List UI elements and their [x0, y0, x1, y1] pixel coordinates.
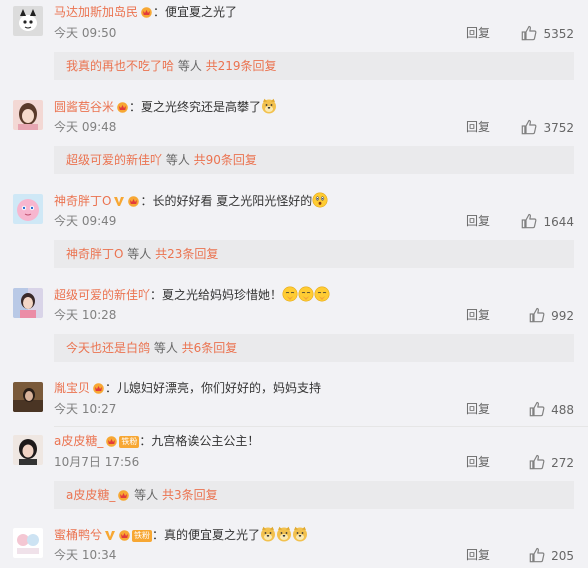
member-crown-icon: [105, 435, 118, 447]
username-link[interactable]: a皮皮糖_: [54, 434, 103, 448]
sub-reply-count-link[interactable]: 共90条回复: [194, 153, 257, 167]
reply-button[interactable]: 回复: [466, 454, 490, 470]
sub-replies-bar: 今天也还是白鸽 等人 共6条回复: [54, 334, 574, 362]
comment-time: 10月7日 17:56: [54, 455, 140, 469]
sub-reply-count-link[interactable]: 共23条回复: [155, 247, 218, 261]
like-count: 205: [551, 549, 574, 563]
avatar[interactable]: [13, 528, 43, 558]
username-link[interactable]: 马达加斯加岛民: [54, 5, 138, 19]
avatar[interactable]: [13, 382, 43, 412]
like-count: 272: [551, 456, 574, 470]
username-link[interactable]: 神奇胖丁O: [54, 194, 111, 208]
hushed-emoji-icon: [312, 192, 328, 208]
username-link[interactable]: 超级可爱的新佳吖: [54, 288, 150, 302]
comment-time: 今天 10:34: [54, 548, 117, 562]
sub-replies-bar: 神奇胖丁O 等人 共23条回复: [54, 240, 574, 268]
like-button[interactable]: 992: [529, 307, 574, 324]
avatar[interactable]: [13, 288, 43, 318]
thumbs-up-icon: [529, 454, 545, 470]
sub-reply-user-link[interactable]: 今天也还是白鸽: [66, 341, 150, 355]
member-crown-icon: [127, 195, 140, 207]
reply-button[interactable]: 回复: [466, 119, 490, 135]
reply-button[interactable]: 回复: [466, 25, 490, 41]
like-button[interactable]: 272: [529, 454, 574, 471]
doge-emoji-icon: [292, 526, 308, 542]
sub-reply-count-link[interactable]: 共6条回复: [182, 341, 238, 355]
reply-button[interactable]: 回复: [466, 213, 490, 229]
like-button[interactable]: 205: [529, 547, 574, 564]
comment-time: 今天 09:50: [54, 26, 117, 40]
member-crown-icon: [116, 101, 129, 113]
thumbs-up-icon: [529, 307, 545, 323]
like-count: 488: [551, 403, 574, 417]
comment-text: ：真的便宜夏之光了: [152, 528, 261, 542]
comment-text: ：夏之光给妈妈珍惜她！: [150, 288, 283, 302]
sub-reply-count-link[interactable]: 共219条回复: [206, 59, 277, 73]
like-count: 5352: [543, 27, 574, 41]
sub-replies-bar: a皮皮糖_ 等人 共3条回复: [54, 481, 574, 509]
username-link[interactable]: 胤宝贝: [54, 381, 90, 395]
like-button[interactable]: 488: [529, 401, 574, 418]
like-count: 3752: [543, 121, 574, 135]
sub-reply-mid-text: 等人: [174, 59, 206, 73]
praying-emoji-icon: [282, 286, 298, 302]
like-button[interactable]: 5352: [521, 25, 574, 42]
verified-v-icon: [104, 529, 116, 541]
comment-time: 今天 10:28: [54, 308, 117, 322]
thumbs-up-icon: [529, 547, 545, 563]
member-crown-icon: [118, 529, 131, 541]
praying-emoji-icon: [298, 286, 314, 302]
comment-time: 今天 10:27: [54, 402, 117, 416]
sub-reply-mid-text: 等人: [123, 247, 156, 261]
sub-replies-bar: 我真的再也不吃了哈 等人 共219条回复: [54, 52, 574, 80]
comment-text: ：夏之光终究还是高攀了: [129, 100, 262, 114]
avatar[interactable]: [13, 435, 43, 465]
avatar[interactable]: [13, 194, 43, 224]
sub-reply-mid-text: 等人: [162, 153, 194, 167]
reply-button[interactable]: 回复: [466, 547, 490, 563]
comment-text: ：九宫格诶公主公主！: [139, 434, 260, 448]
sub-reply-user-link[interactable]: 超级可爱的新佳吖: [66, 153, 162, 167]
like-button[interactable]: 3752: [521, 119, 574, 136]
sub-reply-mid-text: 等人: [150, 341, 182, 355]
sub-reply-mid-text: 等人: [130, 488, 162, 502]
reply-button[interactable]: 回复: [466, 401, 490, 417]
verified-v-icon: [113, 195, 125, 207]
like-button[interactable]: 1644: [521, 213, 574, 230]
like-count: 1644: [543, 215, 574, 229]
thumbs-up-icon: [521, 119, 537, 135]
member-crown-icon: [117, 489, 130, 501]
sub-reply-user-link[interactable]: a皮皮糖_: [66, 488, 115, 502]
sub-reply-count-link[interactable]: 共3条回复: [162, 488, 218, 502]
comment-text: ：儿媳妇好漂亮，你们好好的，妈妈支持: [105, 381, 322, 395]
comment-text: ：长的好好看 夏之光阳光怪好的: [140, 194, 313, 208]
reply-button[interactable]: 回复: [466, 307, 490, 323]
member-crown-icon: [92, 382, 105, 394]
comment-time: 今天 09:48: [54, 120, 117, 134]
sub-reply-user-link[interactable]: 神奇胖丁O: [66, 247, 123, 261]
comment-time: 今天 09:49: [54, 214, 117, 228]
username-link[interactable]: 蜜桶鸭兮: [54, 528, 102, 542]
praying-emoji-icon: [314, 286, 330, 302]
username-link[interactable]: 圆酱苞谷米: [54, 100, 114, 114]
divider: [54, 426, 588, 427]
sub-replies-bar: 超级可爱的新佳吖 等人 共90条回复: [54, 146, 574, 174]
avatar[interactable]: [13, 6, 43, 36]
thumbs-up-icon: [521, 25, 537, 41]
fan-badge: 铁粉: [119, 436, 140, 448]
thumbs-up-icon: [529, 401, 545, 417]
like-count: 992: [551, 309, 574, 323]
doge-emoji-icon: [261, 98, 277, 114]
thumbs-up-icon: [521, 213, 537, 229]
member-crown-icon: [140, 6, 153, 18]
doge-emoji-icon: [260, 526, 276, 542]
avatar[interactable]: [13, 100, 43, 130]
doge-emoji-icon: [276, 526, 292, 542]
fan-badge: 铁粉: [132, 530, 153, 542]
sub-reply-user-link[interactable]: 我真的再也不吃了哈: [66, 59, 174, 73]
comment-text: ：便宜夏之光了: [153, 5, 238, 19]
